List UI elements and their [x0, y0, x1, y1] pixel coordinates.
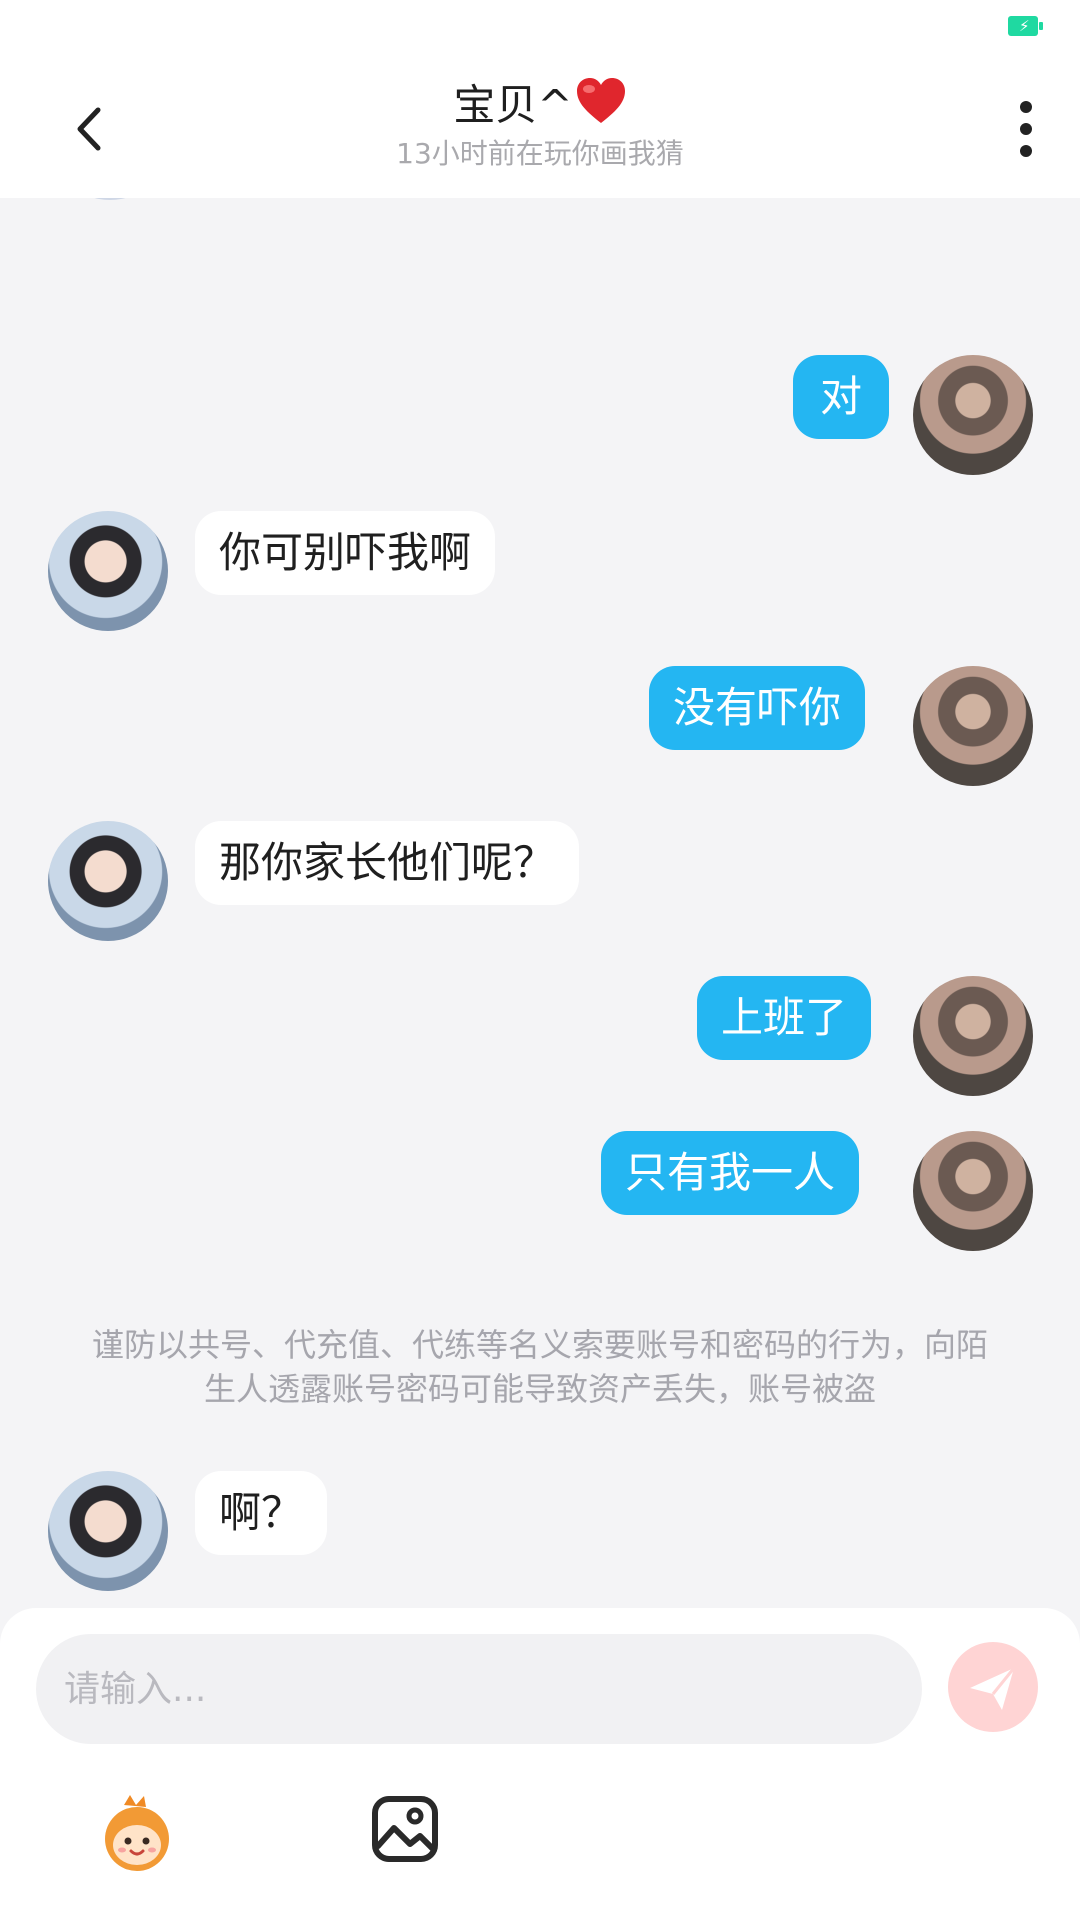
message-bubble-received[interactable]: 你可别吓我啊 [195, 511, 496, 595]
security-notice: 谨防以共号、代充值、代练等名义索要账号和密码的行为，向陌生人透露账号密码可能导致… [91, 1326, 988, 1408]
message-bubble-received[interactable]: 啊？ [195, 1471, 328, 1555]
send-button[interactable] [948, 1642, 1038, 1732]
message-bubble-received[interactable]: 那你家长他们呢？ [195, 821, 580, 905]
chat-header: 宝贝^ 13小时前在玩你画我猜 [0, 56, 1080, 198]
contact-avatar[interactable] [48, 821, 168, 941]
chat-title: 宝贝^ [0, 76, 1080, 132]
image-button[interactable] [370, 1794, 440, 1864]
message-bubble-sent[interactable]: 只有我一人 [601, 1131, 860, 1215]
my-avatar[interactable] [913, 355, 1033, 475]
status-bar: ⚡ [0, 0, 1080, 56]
my-avatar[interactable] [913, 976, 1033, 1096]
emoji-button[interactable] [94, 1793, 180, 1873]
contact-avatar[interactable] [48, 1471, 168, 1591]
battery-icon: ⚡ [1008, 16, 1043, 36]
message-input[interactable] [36, 1634, 922, 1744]
heart-icon [575, 76, 627, 140]
message-bubble-sent[interactable]: 没有吓你 [649, 666, 866, 750]
contact-avatar[interactable] [50, 198, 170, 200]
emoji-sticker-icon [105, 1795, 169, 1871]
my-avatar[interactable] [913, 1131, 1033, 1251]
more-vertical-icon [1020, 101, 1032, 157]
composer-bar [0, 1608, 1080, 1920]
message-bubble-sent[interactable]: 对 [793, 355, 889, 439]
image-icon [372, 1796, 438, 1862]
chat-messages[interactable]: 对 你可别吓我啊 没有吓你 那你家长他们呢？ 上班了 只有我一人 谨防以共号、代… [0, 198, 1080, 1608]
my-avatar[interactable] [913, 666, 1033, 786]
chat-status-subtitle: 13小时前在玩你画我猜 [396, 137, 684, 170]
chat-title-text: 宝贝^ [453, 80, 573, 130]
contact-avatar[interactable] [48, 511, 168, 631]
more-options-button[interactable] [996, 94, 1056, 164]
message-bubble-sent[interactable]: 上班了 [697, 976, 872, 1060]
send-icon [970, 1667, 1016, 1710]
